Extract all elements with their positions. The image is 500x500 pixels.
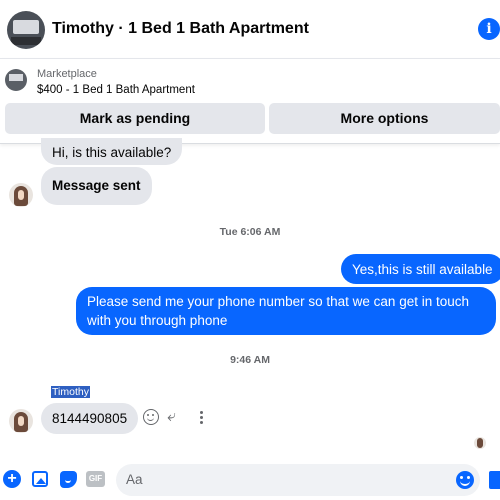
listing-avatar[interactable] xyxy=(7,11,45,49)
marketplace-label: Marketplace xyxy=(37,68,97,80)
avatar-image-detail xyxy=(13,20,39,34)
conversation-header: Timothy · 1 Bed 1 Bath Apartment i xyxy=(0,0,500,58)
mark-as-pending-button[interactable]: Mark as pending xyxy=(5,103,265,134)
message-bubble-outgoing[interactable]: Yes,this is still available xyxy=(341,254,500,284)
sender-avatar[interactable] xyxy=(9,409,33,433)
emoji-icon[interactable] xyxy=(456,471,474,489)
message-input[interactable]: Aa xyxy=(116,464,480,496)
sender-avatar[interactable] xyxy=(9,183,33,207)
conversation-title[interactable]: Timothy · 1 Bed 1 Bath Apartment xyxy=(52,20,309,38)
message-bubble-incoming[interactable]: Message sent xyxy=(41,167,152,205)
message-bubble-outgoing[interactable]: Please send me your phone number so that… xyxy=(76,287,496,335)
seen-indicator-avatar xyxy=(474,437,486,449)
message-bubble-incoming[interactable]: Hi, is this available? xyxy=(41,138,183,165)
like-icon[interactable] xyxy=(489,471,500,489)
message-input-placeholder: Aa xyxy=(126,472,143,487)
plus-icon[interactable]: + xyxy=(3,470,21,488)
more-options-button[interactable]: More options xyxy=(269,103,500,134)
message-bubble-incoming[interactable]: 8144490805 xyxy=(41,403,139,434)
photo-icon[interactable] xyxy=(32,471,48,487)
message-timestamp: 9:46 AM xyxy=(230,354,270,366)
gif-icon[interactable]: GIF xyxy=(86,471,105,487)
info-icon[interactable]: i xyxy=(478,18,500,40)
reply-icon[interactable]: ⤶ xyxy=(167,409,185,425)
avatar-image-detail xyxy=(11,37,41,45)
listing-thumbnail[interactable] xyxy=(5,69,27,91)
message-timestamp: Tue 6:06 AM xyxy=(219,226,281,238)
more-actions-icon[interactable] xyxy=(196,409,206,425)
marketplace-listing-card: Marketplace $400 - 1 Bed 1 Bath Apartmen… xyxy=(0,58,500,144)
react-icon[interactable] xyxy=(143,409,159,425)
sender-name: Timothy xyxy=(51,386,90,398)
listing-title[interactable]: $400 - 1 Bed 1 Bath Apartment xyxy=(37,84,195,96)
